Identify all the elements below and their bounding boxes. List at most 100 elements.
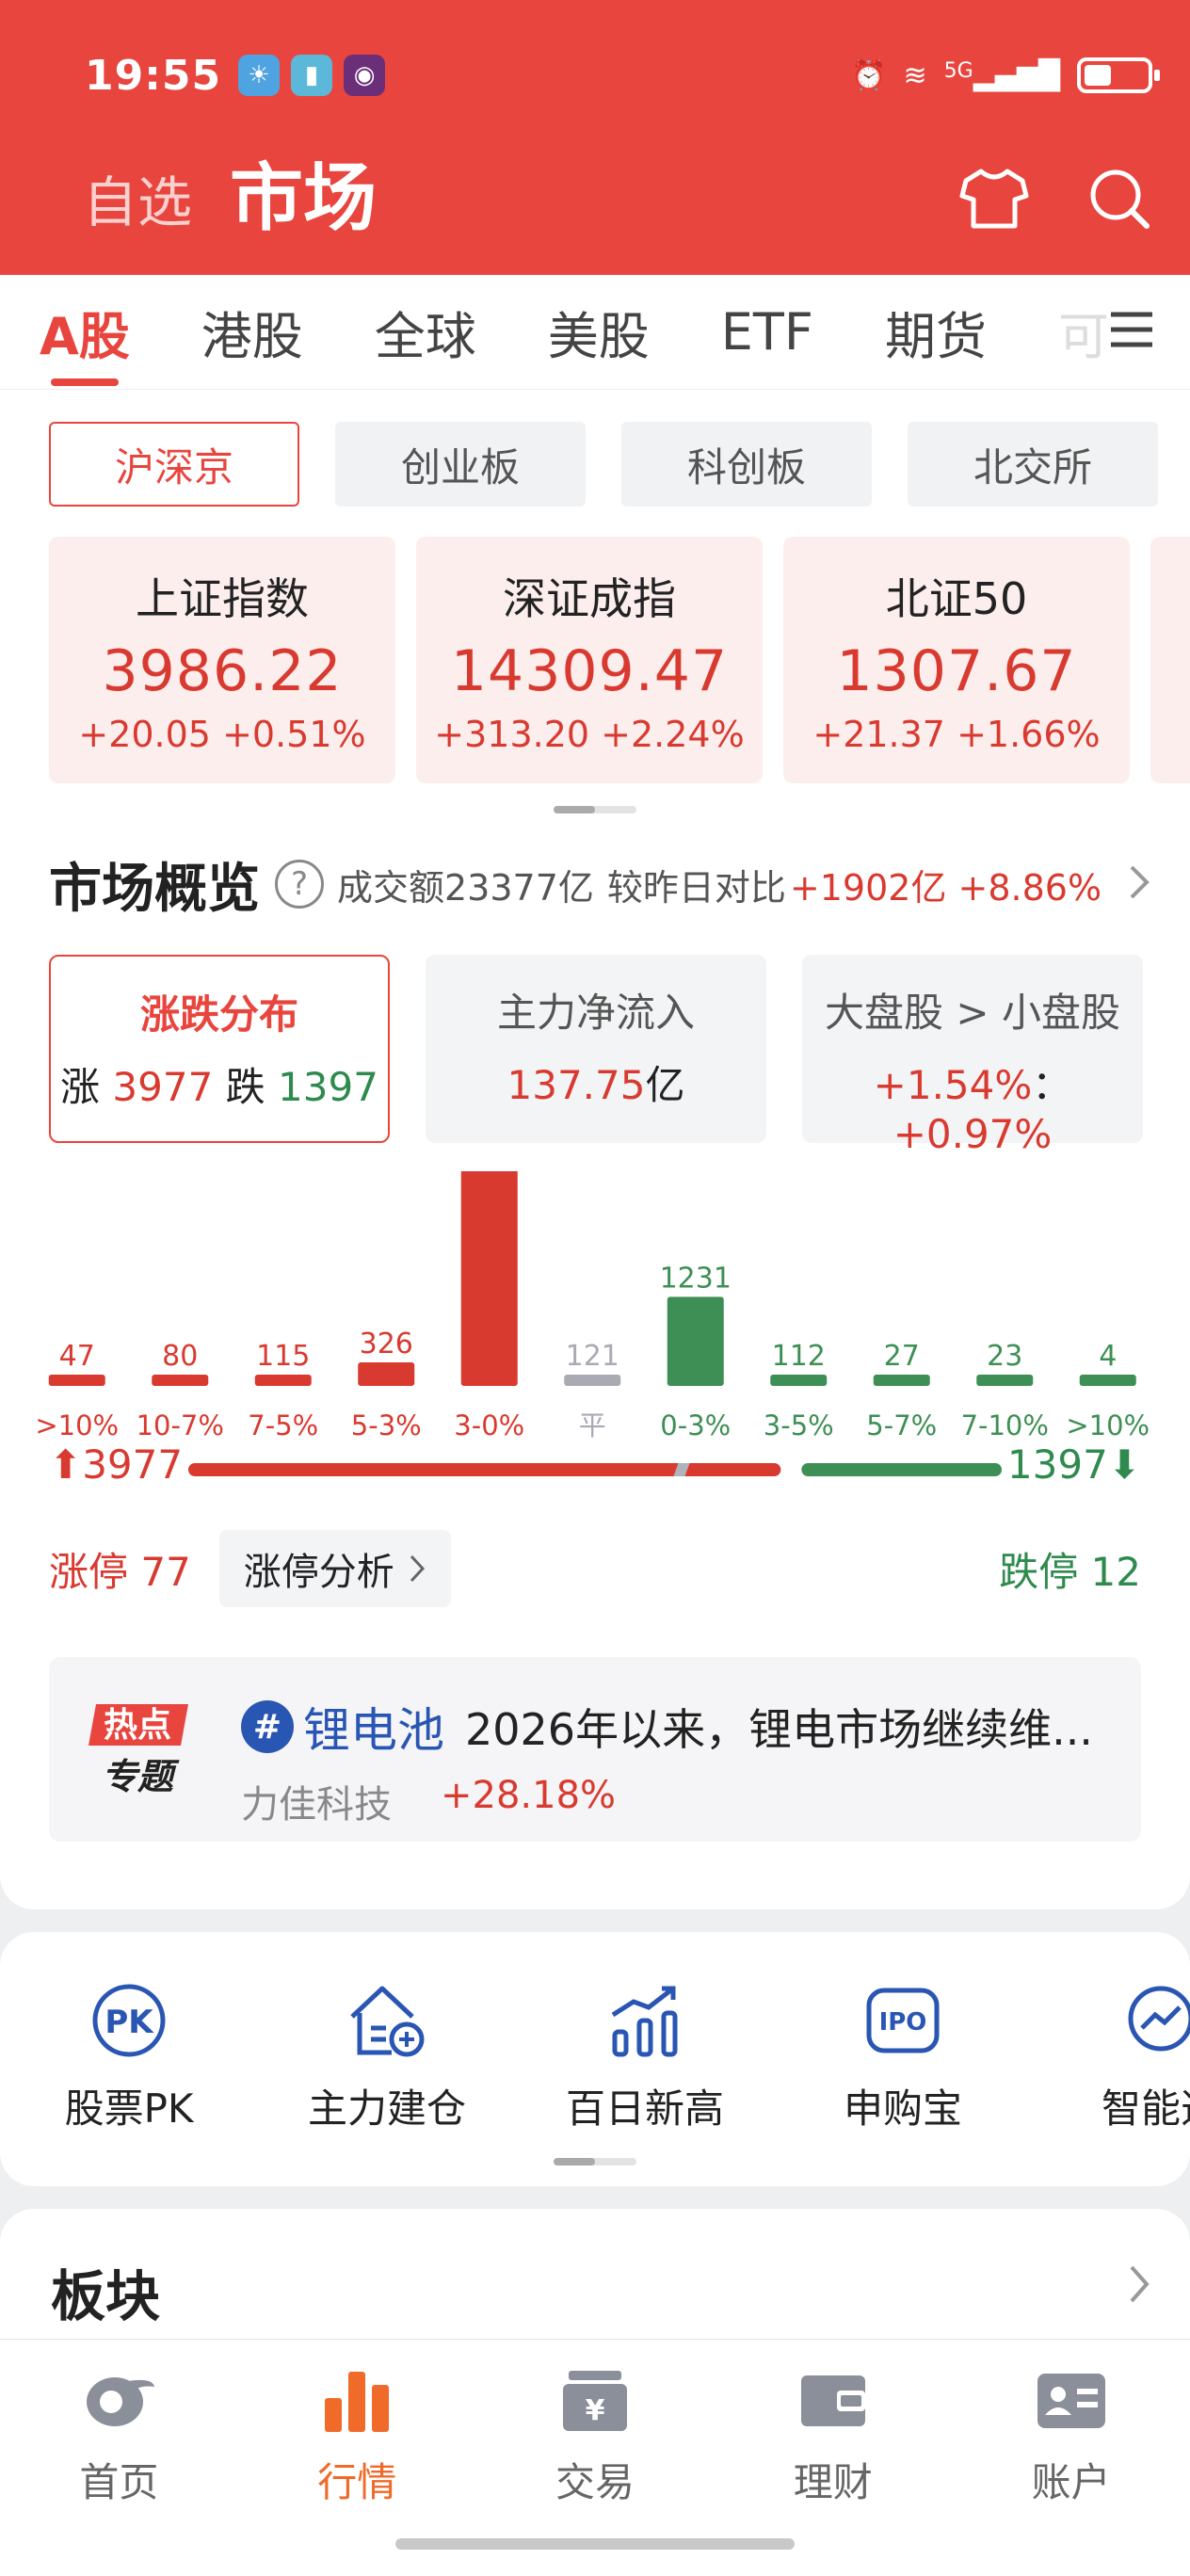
- down-ratio-bar: [801, 1463, 1002, 1476]
- nav-finance[interactable]: 理财: [714, 2359, 952, 2508]
- nav-account[interactable]: 账户: [952, 2359, 1190, 2508]
- market-overview-header[interactable]: 市场概览 ? 成交额23377亿 较昨日对比 +1902亿 +8.86%: [49, 842, 1152, 926]
- distribution-bar: [152, 1375, 209, 1386]
- stat-card-net-inflow[interactable]: 主力净流入 137.75亿: [426, 955, 766, 1143]
- inflow-value: 137.75: [507, 1062, 646, 1108]
- big-cap-change: +1.54%: [873, 1062, 1033, 1108]
- game-app-icon: ◉: [344, 55, 386, 96]
- nav-home[interactable]: 首页: [0, 2359, 238, 2508]
- trade-wallet-icon: ¥: [476, 2359, 715, 2443]
- stat-title: 大盘股 > 小盘股: [825, 990, 1120, 1036]
- bar-chart-icon: [238, 2359, 476, 2443]
- subtab-star[interactable]: 科创板: [621, 422, 872, 507]
- nav-market[interactable]: 行情: [238, 2359, 476, 2508]
- index-scroll-indicator: [554, 806, 636, 813]
- up-count: 3977: [112, 1064, 214, 1110]
- nav-label: 首页: [79, 2459, 159, 2505]
- home-indicator: [395, 2538, 795, 2550]
- bar-value-label: 1231: [660, 1262, 732, 1295]
- stat-value: 涨 3977 跌 1397: [51, 1055, 388, 1113]
- hot-topic-card[interactable]: 热点 专题 # 锂电池 2026年以来，锂电市场继续维... 力佳科技 +28.…: [49, 1657, 1141, 1842]
- stat-title: 涨跌分布: [139, 991, 298, 1038]
- distribution-chart: 47>10%8010-7%1157-5%3265-3%34093-0%121平1…: [35, 1171, 1150, 1488]
- stat-value: 137.75亿: [426, 1054, 766, 1111]
- subtab-chinext[interactable]: 创业板: [335, 422, 586, 507]
- tab-global[interactable]: 全球: [375, 275, 476, 390]
- hot-title-row: # 锂电池 2026年以来，锂电市场继续维...: [241, 1693, 1122, 1761]
- bar-value-label: 121: [566, 1340, 619, 1373]
- bar-category-label: >10%: [35, 1409, 119, 1441]
- limit-analysis-button[interactable]: 涨停分析: [218, 1530, 451, 1607]
- tool-label: 股票PK: [64, 2085, 194, 2132]
- tools-row: PK 股票PK 主力建仓 百日新高 IPO 申购宝 智能选: [0, 1979, 1190, 2134]
- wifi-icon: ≋: [903, 58, 927, 92]
- alarm-icon: ⏰: [851, 58, 887, 92]
- subtab-hs-bj[interactable]: 沪深京: [49, 422, 299, 507]
- wallet-icon: [714, 2359, 952, 2443]
- smart-pick-icon: [1032, 1979, 1190, 2062]
- search-icon[interactable]: [1086, 166, 1152, 235]
- tab-futures[interactable]: 期货: [885, 275, 987, 390]
- svg-text:PK: PK: [105, 2004, 154, 2041]
- limit-row: 涨停 77 涨停分析 跌停 12: [49, 1530, 1141, 1607]
- distribution-bar: [667, 1296, 724, 1386]
- help-icon[interactable]: ?: [275, 860, 324, 909]
- house-plus-icon: [258, 1979, 516, 2062]
- tool-stock-pk[interactable]: PK 股票PK: [0, 1979, 258, 2134]
- chevron-right-icon[interactable]: [1124, 2262, 1152, 2310]
- overview-title: 市场概览: [49, 858, 260, 920]
- distribution-bar: [1079, 1375, 1136, 1386]
- sector-section[interactable]: 板块: [0, 2209, 1190, 2341]
- tab-market[interactable]: 市场: [230, 139, 377, 245]
- distribution-bar: [460, 1171, 518, 1386]
- stat-card-cap-compare[interactable]: 大盘股 > 小盘股 +1.54%：+0.97%: [802, 955, 1143, 1157]
- tab-etf[interactable]: ETF: [721, 275, 813, 390]
- tool-100day-high[interactable]: 百日新高: [516, 1979, 774, 2134]
- bar-value-label: 112: [772, 1340, 826, 1373]
- nav-label: 账户: [1031, 2459, 1111, 2505]
- nav-label: 理财: [793, 2459, 873, 2505]
- index-card-next-partial[interactable]: [1150, 537, 1190, 783]
- tool-label: 智能选: [1101, 2085, 1190, 2132]
- tab-more-partial[interactable]: 可: [1058, 275, 1109, 390]
- tab-us-shares[interactable]: 美股: [548, 275, 650, 390]
- tool-smart-pick[interactable]: 智能选: [1032, 1979, 1190, 2134]
- compare-value: +1902亿 +8.86%: [789, 866, 1102, 909]
- app-header: 19:55 ☀ ▮ ◉ ⏰ ≋ 5G▂▄▆█ 自选 市场: [0, 0, 1190, 275]
- turnover-text: 成交额23377亿: [337, 866, 594, 909]
- tab-watchlist[interactable]: 自选: [83, 158, 192, 245]
- down-total-label: 1397⬇: [1007, 1441, 1141, 1488]
- distribution-bar: [976, 1375, 1034, 1386]
- index-card-sse[interactable]: 上证指数 3986.22 +20.05 +0.51%: [49, 537, 395, 783]
- bar-category-label: 3-0%: [454, 1409, 524, 1441]
- tab-a-shares[interactable]: A股: [40, 275, 130, 390]
- chevron-right-icon[interactable]: [1124, 861, 1152, 907]
- ipo-icon: IPO: [774, 1979, 1032, 2062]
- down-label: 跌: [225, 1064, 265, 1110]
- menu-icon[interactable]: [1105, 303, 1158, 360]
- market-panel: 沪深京 创业板 科创板 北交所 上证指数 3986.22 +20.05 +0.5…: [0, 390, 1190, 1909]
- hashtag-icon: #: [241, 1700, 294, 1753]
- index-card-bse50[interactable]: 北证50 1307.67 +21.37 +1.66%: [783, 537, 1130, 783]
- nav-trade[interactable]: ¥ 交易: [476, 2359, 715, 2508]
- id-card-icon: [952, 2359, 1190, 2443]
- tab-hk-shares[interactable]: 港股: [201, 275, 303, 390]
- index-card-szse[interactable]: 深证成指 14309.47 +313.20 +2.24%: [416, 537, 763, 783]
- skin-shirt-icon[interactable]: [958, 166, 1030, 235]
- tool-ipo[interactable]: IPO 申购宝: [774, 1979, 1032, 2134]
- subtab-bse[interactable]: 北交所: [908, 422, 1158, 507]
- bar-value-label: 47: [59, 1340, 95, 1373]
- bar-category-label: 平: [579, 1409, 606, 1441]
- bar-category-label: >10%: [1066, 1409, 1150, 1441]
- stat-card-distribution[interactable]: 涨跌分布 涨 3977 跌 1397: [49, 955, 390, 1143]
- tool-main-build[interactable]: 主力建仓: [258, 1979, 516, 2134]
- hot-topic-stock: 力佳科技 +28.18%: [241, 1774, 616, 1828]
- bar-value-label: 115: [256, 1340, 310, 1373]
- inflow-unit: 亿: [645, 1062, 685, 1108]
- market-tabs: A股 港股 全球 美股 ETF 期货 可: [0, 275, 1190, 390]
- limit-analysis-label: 涨停分析: [243, 1551, 394, 1594]
- stat-value: +1.54%：+0.97%: [802, 1054, 1143, 1157]
- tools-panel: PK 股票PK 主力建仓 百日新高 IPO 申购宝 智能选: [0, 1932, 1190, 2186]
- stat-title: 主力净流入: [496, 990, 695, 1036]
- logo-top-text: 热点: [104, 1706, 171, 1745]
